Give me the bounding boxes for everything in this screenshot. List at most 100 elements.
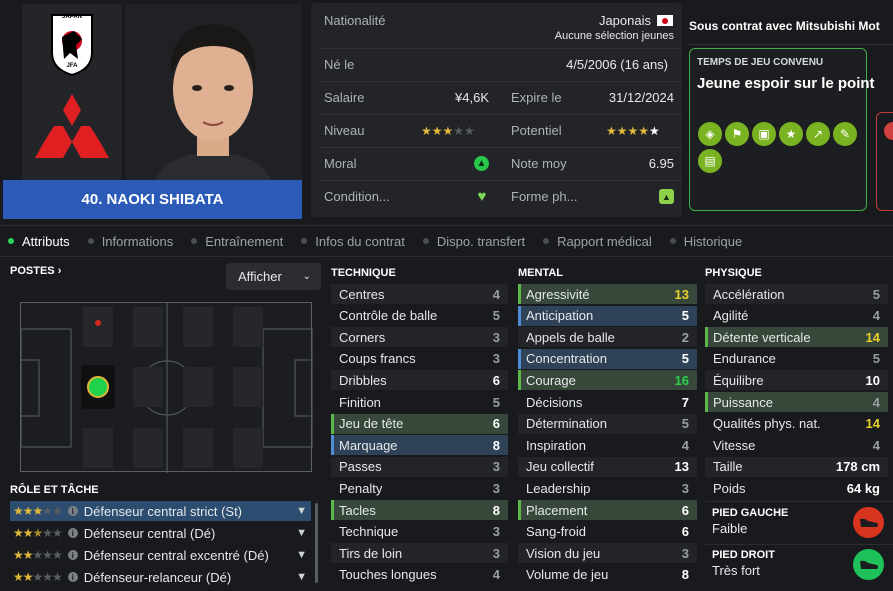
attribute-row[interactable]: Appels de balle 2 bbox=[518, 327, 697, 348]
attribute-row[interactable]: Détermination 5 bbox=[518, 413, 697, 434]
svg-text:JFA: JFA bbox=[66, 63, 78, 69]
attribute-name: Équilibre bbox=[713, 372, 764, 388]
natural-position-marker[interactable] bbox=[87, 373, 109, 395]
attribute-row[interactable]: Tirs de loin 3 bbox=[331, 543, 508, 564]
divider bbox=[318, 147, 682, 148]
team-icon[interactable]: ▤ bbox=[698, 149, 722, 173]
roles-scrollbar[interactable] bbox=[315, 503, 318, 583]
attribute-value: 4 bbox=[492, 567, 500, 583]
role-item[interactable]: ★★★★★ i Défenseur central strict (St) ▼ bbox=[10, 501, 311, 521]
attribute-row[interactable]: Vitesse 4 bbox=[705, 435, 888, 455]
attribute-value: 3 bbox=[492, 545, 500, 561]
attribute-value: 16 bbox=[674, 372, 689, 388]
tackle-icon[interactable]: ⚑ bbox=[725, 122, 749, 146]
attribute-name: Coups francs bbox=[339, 351, 416, 367]
tab-dot bbox=[8, 238, 14, 244]
role-duty-heading: RÔLE ET TÂCHE bbox=[10, 484, 99, 496]
attribute-row[interactable]: Inspiration 4 bbox=[518, 435, 697, 455]
role-item[interactable]: ★★★★★ i Défenseur central excentré (Dé) … bbox=[10, 545, 311, 565]
attribute-row[interactable]: Poids 64 kg bbox=[705, 478, 888, 498]
attribute-name: Contrôle de balle bbox=[339, 308, 438, 324]
tab-training[interactable]: Entraînement bbox=[183, 229, 293, 253]
contract-expiry-label: Expire le bbox=[511, 90, 562, 105]
potential-ability-stars: ★★★★★ bbox=[606, 124, 660, 138]
tab-attributes[interactable]: Attributs bbox=[0, 229, 80, 253]
tab-transfer-status[interactable]: Dispo. transfert bbox=[415, 229, 535, 253]
attribute-row[interactable]: Tacles 8 bbox=[331, 500, 508, 520]
attribute-value: 3 bbox=[681, 480, 689, 496]
role-item[interactable]: ★★★★★ i Défenseur central (Dé) ▼ bbox=[10, 523, 311, 543]
attribute-name: Appels de balle bbox=[526, 329, 615, 345]
attribute-row[interactable]: Décisions 7 bbox=[518, 392, 697, 412]
positions-heading[interactable]: POSTES › bbox=[10, 265, 61, 277]
attribute-row[interactable]: Jeu de tête 6 bbox=[331, 413, 508, 434]
attribute-row[interactable]: Touches longues 4 bbox=[331, 565, 508, 585]
attribute-row[interactable]: Centres 4 bbox=[331, 284, 508, 304]
attribute-row[interactable]: Leadership 3 bbox=[518, 478, 697, 498]
attribute-name: Corners bbox=[339, 329, 386, 345]
attribute-row[interactable]: Dribbles 6 bbox=[331, 370, 508, 391]
form-label: Forme ph... bbox=[511, 189, 578, 204]
attribute-row[interactable]: Penalty 3 bbox=[331, 478, 508, 498]
tab-history[interactable]: Historique bbox=[662, 229, 753, 253]
info-icon[interactable]: i bbox=[67, 572, 78, 582]
tab-medical-report[interactable]: Rapport médical bbox=[535, 229, 662, 253]
weak-position-marker[interactable] bbox=[93, 317, 103, 327]
attribute-row[interactable]: Endurance 5 bbox=[705, 349, 888, 369]
attribute-row[interactable]: Corners 3 bbox=[331, 327, 508, 348]
attribute-value: 13 bbox=[674, 286, 689, 302]
info-icon[interactable]: i bbox=[67, 528, 78, 538]
attribute-row[interactable]: Volume de jeu 8 bbox=[518, 565, 697, 585]
pencil-icon[interactable]: ✎ bbox=[833, 122, 857, 146]
attribute-row[interactable]: Équilibre 10 bbox=[705, 370, 888, 391]
divider bbox=[318, 114, 682, 115]
attribute-value: 5 bbox=[681, 308, 689, 324]
attribute-row[interactable]: Agressivité 13 bbox=[518, 284, 697, 304]
tab-contract-info[interactable]: Infos du contrat bbox=[293, 229, 415, 253]
display-dropdown-button[interactable]: Afficher ⌄ bbox=[226, 263, 321, 290]
attribute-row[interactable]: Puissance 4 bbox=[705, 392, 888, 412]
role-name: Défenseur-relanceur (Dé) bbox=[83, 569, 232, 585]
tab-label: Attributs bbox=[22, 233, 70, 249]
chevron-down-icon[interactable]: ▼ bbox=[296, 549, 307, 561]
attribute-row[interactable]: Technique 3 bbox=[331, 522, 508, 542]
attribute-row[interactable]: Qualités phys. nat. 14 bbox=[705, 414, 888, 434]
nationality-value[interactable]: Japonais bbox=[520, 13, 651, 28]
tab-information[interactable]: Informations bbox=[80, 229, 184, 253]
info-icon[interactable]: i bbox=[67, 506, 78, 516]
contract-club-header[interactable]: Sous contrat avec Mitsubishi Mot bbox=[689, 19, 893, 33]
divider bbox=[318, 48, 682, 49]
attribute-row[interactable]: Anticipation 5 bbox=[518, 305, 697, 326]
attribute-row[interactable]: Agilité 4 bbox=[705, 306, 888, 326]
player-photo-icon bbox=[125, 4, 302, 180]
star-icon[interactable]: ★ bbox=[779, 122, 803, 146]
role-item[interactable]: ★★★★★ i Défenseur-relanceur (Dé) ▼ bbox=[10, 567, 311, 587]
attribute-row[interactable]: Finition 5 bbox=[331, 392, 508, 412]
attribute-row[interactable]: Accélération 5 bbox=[705, 284, 888, 304]
info-icon[interactable]: i bbox=[67, 550, 78, 560]
attribute-row[interactable]: Courage 16 bbox=[518, 370, 697, 391]
condition-label: Condition... bbox=[324, 189, 390, 204]
attribute-row[interactable]: Contrôle de balle 5 bbox=[331, 306, 508, 326]
attribute-row[interactable]: Placement 6 bbox=[518, 500, 697, 520]
defender-shield-icon[interactable]: ◈ bbox=[698, 122, 722, 146]
avg-rating-label: Note moy bbox=[511, 156, 567, 171]
attribute-row[interactable]: Coups francs 3 bbox=[331, 349, 508, 369]
chevron-down-icon[interactable]: ▼ bbox=[296, 527, 307, 539]
attribute-row[interactable]: Jeu collectif 13 bbox=[518, 456, 697, 477]
attribute-row[interactable]: Vision du jeu 3 bbox=[518, 543, 697, 564]
attribute-row[interactable]: Taille 178 cm bbox=[705, 456, 888, 477]
player-portrait bbox=[125, 4, 302, 180]
trend-up-icon[interactable]: ↗ bbox=[806, 122, 830, 146]
attribute-row[interactable]: Passes 3 bbox=[331, 456, 508, 477]
card-icon[interactable]: ▣ bbox=[752, 122, 776, 146]
attribute-row[interactable]: Sang-froid 6 bbox=[518, 522, 697, 542]
chevron-down-icon[interactable]: ▼ bbox=[296, 571, 307, 583]
attribute-row[interactable]: Concentration 5 bbox=[518, 348, 697, 369]
attribute-value: 4 bbox=[872, 437, 880, 453]
attribute-row[interactable]: Marquage 8 bbox=[331, 435, 508, 456]
chevron-down-icon[interactable]: ▼ bbox=[296, 505, 307, 517]
attribute-name: Placement bbox=[526, 502, 588, 518]
attribute-row[interactable]: Détente verticale 14 bbox=[705, 327, 888, 348]
salary-label: Salaire bbox=[324, 90, 365, 105]
